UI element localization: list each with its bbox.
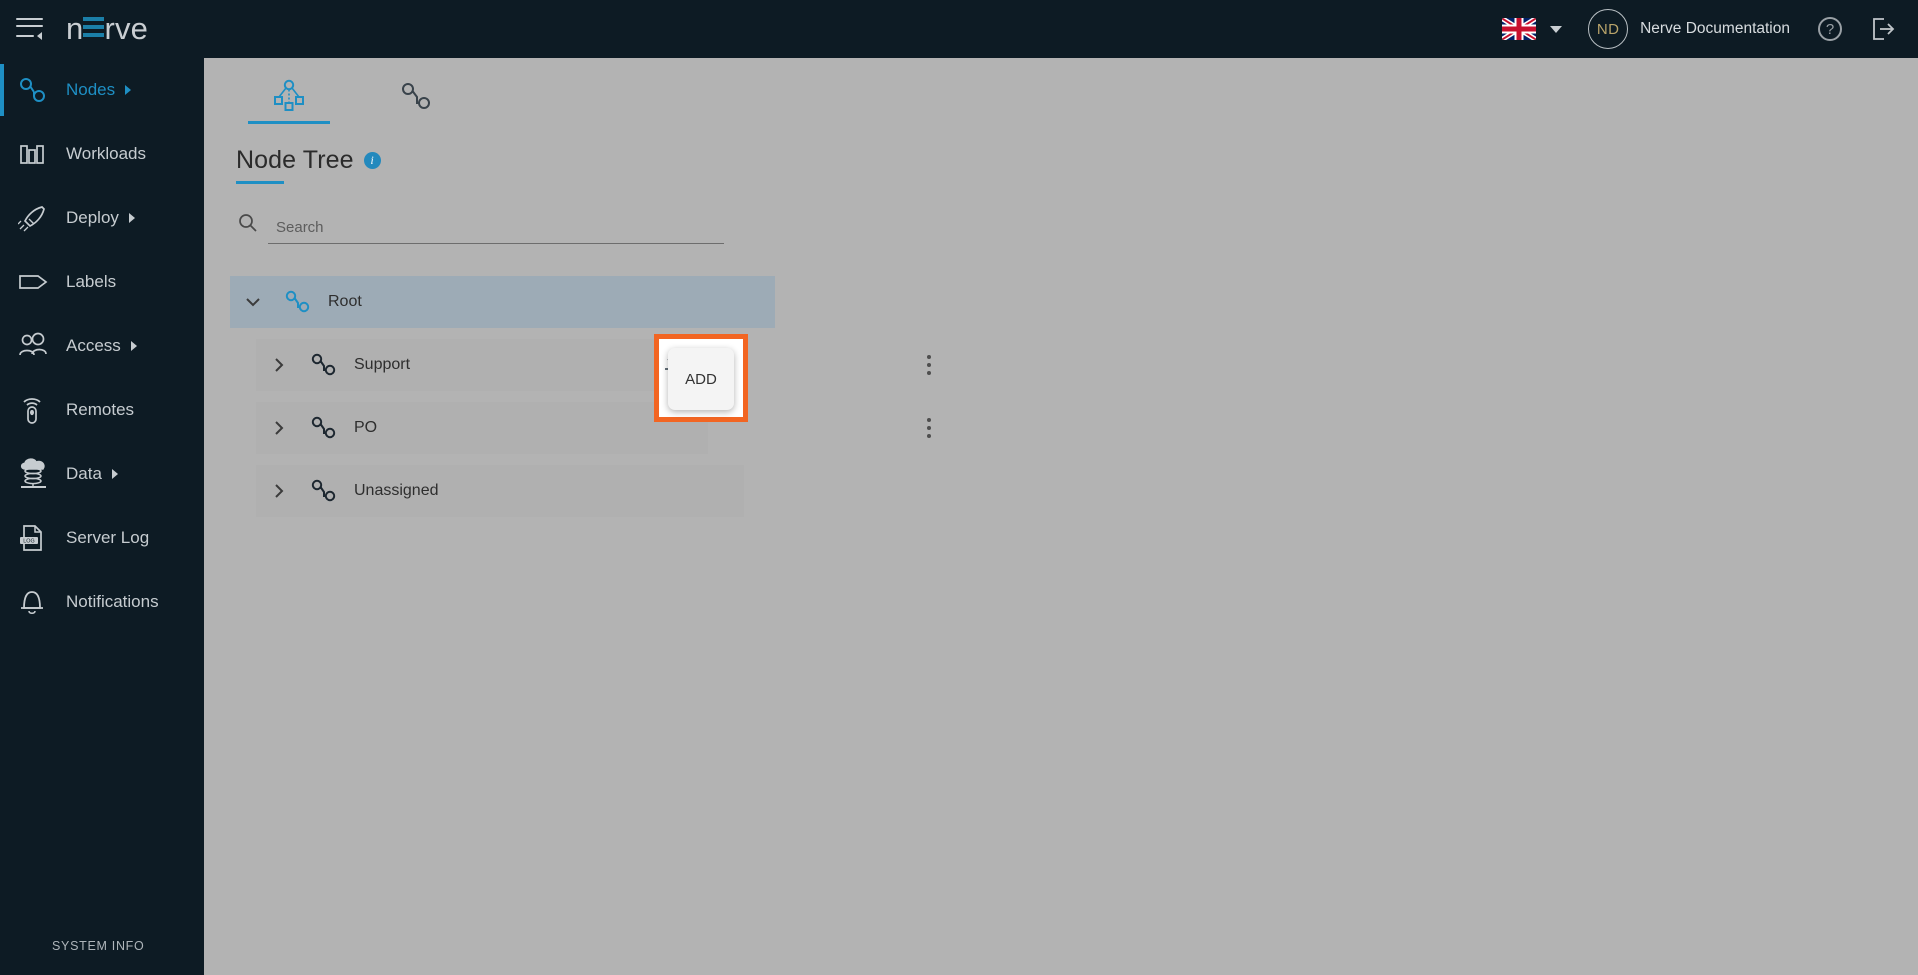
sidebar: Nodes Workloads Deploy Labels Access Rem… <box>0 58 204 975</box>
node-link-icon <box>302 478 348 504</box>
header-actions: ND Nerve Documentation ? <box>1502 9 1918 49</box>
help-label: ? <box>1825 20 1835 38</box>
node-link-icon <box>302 415 348 441</box>
hamburger-collapse-icon[interactable] <box>16 16 50 42</box>
users-icon <box>18 332 60 360</box>
uk-flag-icon[interactable] <box>1502 18 1537 40</box>
sidebar-item-server-log[interactable]: LOG Server Log <box>0 506 204 570</box>
sidebar-item-label: Nodes <box>66 80 116 99</box>
tree-node-label: PO <box>354 419 378 436</box>
chevron-right-icon <box>128 213 135 223</box>
remote-icon <box>18 395 60 425</box>
chevron-right-icon <box>125 85 132 95</box>
sidebar-item-label: Workloads <box>66 144 146 163</box>
chevron-right-icon[interactable] <box>256 356 302 374</box>
sidebar-item-label: Access <box>66 336 121 355</box>
hierarchy-tree-icon <box>269 79 309 118</box>
add-button[interactable]: ADD <box>668 348 734 410</box>
bars-icon <box>18 140 60 168</box>
svg-text:LOG: LOG <box>23 539 34 545</box>
sidebar-item-label: Remotes <box>66 400 135 419</box>
brand-logo: n rve <box>66 11 149 46</box>
search-input[interactable] <box>268 217 724 244</box>
sidebar-item-notifications[interactable]: Notifications <box>0 570 204 634</box>
tab-node-tree[interactable] <box>244 72 334 124</box>
main-content: Node Tree i Search Root Support PO Unass… <box>204 58 1918 975</box>
tree-node-label: Unassigned <box>354 482 439 499</box>
page-title: Node Tree <box>236 146 354 174</box>
sidebar-item-label: Notifications <box>66 592 159 611</box>
node-tree-list: Root Support PO Unassigned <box>204 276 1918 517</box>
sidebar-item-label: Data <box>66 464 102 483</box>
chevron-down-icon[interactable] <box>230 293 276 311</box>
sidebar-item-label: Server Log <box>66 528 150 547</box>
tree-row-wrap: PO <box>204 402 1918 454</box>
node-link-icon <box>302 352 348 378</box>
sidebar-item-access[interactable]: Access <box>0 314 204 378</box>
sidebar-item-remotes[interactable]: Remotes <box>0 378 204 442</box>
sidebar-item-label: Deploy <box>66 208 119 227</box>
chevron-right-icon[interactable] <box>256 419 302 437</box>
info-icon[interactable]: i <box>363 152 381 169</box>
node-link-icon <box>276 289 322 315</box>
avatar-initials: ND <box>1596 20 1620 38</box>
node-link-icon <box>399 80 435 117</box>
row-menu-button[interactable] <box>918 413 940 443</box>
top-bar: n rve ND Nerve Documentation ? <box>0 0 1918 58</box>
title-underline <box>236 181 284 184</box>
table-row[interactable]: Unassigned <box>256 465 744 517</box>
row-menu-button[interactable] <box>918 350 940 380</box>
sidebar-item-workloads[interactable]: Workloads <box>0 122 204 186</box>
add-button-label: ADD <box>685 370 717 388</box>
avatar[interactable]: ND <box>1588 9 1629 49</box>
tree-node-label: Support <box>354 356 411 373</box>
cloud-db-icon <box>18 458 60 490</box>
system-info-label[interactable]: SYSTEM INFO <box>52 939 144 953</box>
chevron-right-icon <box>111 469 118 479</box>
question-mark-icon[interactable]: ? <box>1818 17 1842 41</box>
chevron-right-icon <box>130 341 137 351</box>
search-row <box>238 213 724 244</box>
table-row[interactable]: Support <box>256 339 708 391</box>
page-title-wrap: Node Tree i <box>236 146 396 184</box>
rocket-icon <box>18 204 60 232</box>
logout-icon[interactable] <box>1870 16 1896 42</box>
brand-logo-text: n <box>66 11 84 46</box>
bell-icon <box>18 587 60 617</box>
sidebar-item-deploy[interactable]: Deploy <box>0 186 204 250</box>
node-tree-icon <box>18 76 60 104</box>
sidebar-item-label: Labels <box>66 272 117 291</box>
tab-bar <box>204 58 1918 124</box>
tree-row-wrap: Root <box>204 276 1918 328</box>
tree-node-label: Root <box>328 293 362 310</box>
chevron-down-icon[interactable] <box>1550 25 1563 33</box>
brand-logo-e-glyph <box>83 15 105 39</box>
tree-row-wrap: Support <box>204 339 1918 391</box>
sidebar-item-labels[interactable]: Labels <box>0 250 204 314</box>
tag-icon <box>18 268 60 296</box>
table-row[interactable]: PO <box>256 402 708 454</box>
search-icon <box>238 213 268 244</box>
chevron-right-icon[interactable] <box>256 482 302 500</box>
sidebar-item-nodes[interactable]: Nodes <box>0 58 204 122</box>
log-file-icon: LOG <box>18 523 60 553</box>
user-name: Nerve Documentation <box>1640 20 1790 37</box>
tab-node-list[interactable] <box>372 72 462 124</box>
table-row[interactable]: Root <box>230 276 775 328</box>
tree-row-wrap: Unassigned <box>204 465 1918 517</box>
sidebar-item-data[interactable]: Data <box>0 442 204 506</box>
